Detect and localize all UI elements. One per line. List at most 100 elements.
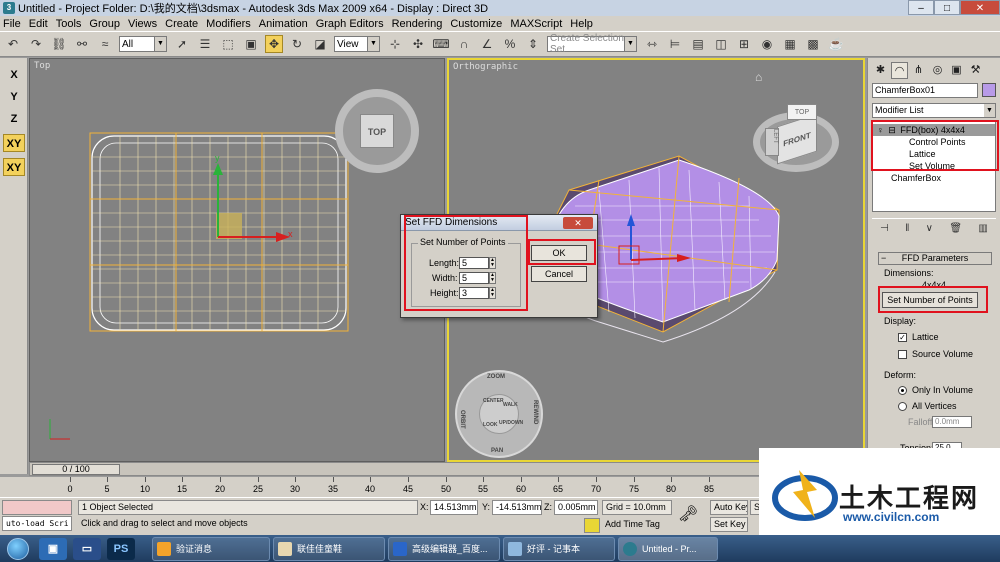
layer-manager-icon[interactable]: ▤ bbox=[689, 35, 707, 53]
link-icon[interactable]: ⛓ bbox=[50, 35, 68, 53]
maxscript-listener-top[interactable] bbox=[2, 500, 72, 515]
menu-tools[interactable]: Tools bbox=[56, 18, 82, 30]
angle-snap-icon[interactable]: ∠ bbox=[478, 35, 496, 53]
maximize-button[interactable]: □ bbox=[934, 0, 960, 15]
time-slider-thumb[interactable]: 0 / 100 bbox=[32, 464, 120, 475]
constraint-xy-cycle-button[interactable]: XY bbox=[3, 158, 25, 176]
wheel-walk[interactable]: WALK bbox=[503, 402, 518, 408]
select-and-move-icon[interactable]: ✥ bbox=[265, 35, 283, 53]
constraint-xy-button[interactable]: XY bbox=[3, 134, 25, 152]
select-and-scale-icon[interactable]: ◪ bbox=[311, 35, 329, 53]
task-notepad[interactable]: 好评 - 记事本 bbox=[503, 536, 615, 561]
configure-sets-icon[interactable]: ▥ bbox=[978, 223, 987, 234]
spinner-snap-icon[interactable]: ⇕ bbox=[524, 35, 542, 53]
desktop-quicklaunch-icon[interactable]: ▭ bbox=[73, 537, 101, 560]
menu-group[interactable]: Group bbox=[89, 18, 120, 30]
select-object-icon[interactable]: ➚ bbox=[173, 35, 191, 53]
maxscript-listener-input[interactable]: uto-load Scri bbox=[2, 516, 72, 531]
ffd-parameters-rollout[interactable]: − FFD Parameters bbox=[878, 252, 992, 265]
set-key-button[interactable]: Set Key bbox=[710, 517, 748, 532]
keyboard-shortcut-icon[interactable]: ⌨ bbox=[432, 35, 450, 53]
mirror-icon[interactable]: ⇿ bbox=[643, 35, 661, 53]
z-coord-input[interactable]: 0.005mm bbox=[554, 500, 598, 515]
selection-set-dropdown[interactable]: Create Selection Set ▼ bbox=[547, 33, 637, 55]
menu-create[interactable]: Create bbox=[165, 18, 198, 30]
constraint-y-button[interactable]: Y bbox=[3, 88, 25, 106]
x-coord-input[interactable]: 14.513mm bbox=[430, 500, 478, 515]
window-crossing-icon[interactable]: ▣ bbox=[242, 35, 260, 53]
bind-spacewarp-icon[interactable]: ≈ bbox=[96, 35, 114, 53]
menu-edit[interactable]: Edit bbox=[29, 18, 48, 30]
wheel-zoom[interactable]: ZOOM bbox=[487, 374, 505, 380]
display-tab-icon[interactable]: ▣ bbox=[948, 62, 965, 79]
align-icon[interactable]: ⊨ bbox=[666, 35, 684, 53]
material-editor-icon[interactable]: ◉ bbox=[758, 35, 776, 53]
menu-customize[interactable]: Customize bbox=[450, 18, 502, 30]
lattice-checkbox[interactable]: ✓ bbox=[898, 333, 907, 342]
object-color-swatch[interactable] bbox=[982, 83, 996, 97]
menu-graph-editors[interactable]: Graph Editors bbox=[316, 18, 384, 30]
quick-render-icon[interactable]: ☕ bbox=[827, 35, 845, 53]
start-button[interactable] bbox=[0, 536, 36, 562]
menu-help[interactable]: Help bbox=[570, 18, 593, 30]
selection-filter-dropdown[interactable]: All ▼ bbox=[119, 36, 167, 52]
3dsmax-app-icon[interactable]: 3 bbox=[3, 2, 15, 14]
all-vertices-radio[interactable] bbox=[898, 402, 907, 411]
manipulate-icon[interactable]: ✣ bbox=[409, 35, 427, 53]
wheel-pan[interactable]: PAN bbox=[491, 448, 503, 454]
percent-snap-icon[interactable]: % bbox=[501, 35, 519, 53]
curve-editor-icon[interactable]: ◫ bbox=[712, 35, 730, 53]
utilities-tab-icon[interactable]: ⚒ bbox=[967, 62, 984, 79]
task-verify-message[interactable]: 验证消息 bbox=[152, 536, 270, 561]
wheel-look[interactable]: LOOK bbox=[483, 422, 497, 428]
wheel-orbit[interactable]: ORBIT bbox=[459, 410, 465, 429]
viewcube-top-face[interactable]: TOP bbox=[360, 114, 394, 148]
undo-icon[interactable]: ↶ bbox=[4, 35, 22, 53]
motion-tab-icon[interactable]: ◎ bbox=[929, 62, 946, 79]
photoshop-quicklaunch-icon[interactable]: PS bbox=[107, 537, 135, 560]
task-3dsmax[interactable]: Untitled - Pr... bbox=[618, 536, 718, 561]
cancel-button[interactable]: Cancel bbox=[531, 266, 587, 282]
schematic-view-icon[interactable]: ⊞ bbox=[735, 35, 753, 53]
constraint-z-button[interactable]: Z bbox=[3, 110, 25, 128]
menu-rendering[interactable]: Rendering bbox=[392, 18, 443, 30]
wheel-rewind[interactable]: REWIND bbox=[532, 400, 538, 424]
show-end-result-icon[interactable]: ‖ bbox=[905, 223, 909, 234]
steering-wheel[interactable]: ZOOM ORBIT CENTER WALK REWIND LOOK UP/DO… bbox=[455, 370, 543, 458]
make-unique-icon[interactable]: ∨ bbox=[926, 223, 933, 234]
snaps-toggle-icon[interactable]: ∩ bbox=[455, 35, 473, 53]
wheel-center[interactable]: CENTER bbox=[483, 398, 504, 404]
task-baidu-editor[interactable]: 高级编辑器_百度... bbox=[388, 536, 500, 561]
close-button[interactable]: ✕ bbox=[960, 0, 1000, 15]
key-icon[interactable]: 🗝 bbox=[678, 504, 698, 524]
minimize-button[interactable]: – bbox=[908, 0, 934, 15]
add-time-tag[interactable]: Add Time Tag bbox=[602, 518, 672, 533]
viewcube-top-face[interactable]: TOP bbox=[787, 104, 817, 120]
timeline-ruler[interactable]: 0 5 10 15 20 25 30 35 40 45 50 55 60 65 … bbox=[0, 477, 760, 497]
select-by-name-icon[interactable]: ☰ bbox=[196, 35, 214, 53]
hierarchy-tab-icon[interactable]: ⋔ bbox=[910, 62, 927, 79]
rendered-frame-icon[interactable]: ▩ bbox=[804, 35, 822, 53]
dialog-close-button[interactable]: ✕ bbox=[563, 217, 593, 229]
menu-views[interactable]: Views bbox=[128, 18, 157, 30]
only-in-volume-radio[interactable] bbox=[898, 386, 907, 395]
explorer-quicklaunch-icon[interactable]: ▣ bbox=[39, 537, 67, 560]
modifier-list-dropdown[interactable]: Modifier List ▼ bbox=[872, 103, 996, 118]
pivot-center-icon[interactable]: ⊹ bbox=[386, 35, 404, 53]
select-and-rotate-icon[interactable]: ↻ bbox=[288, 35, 306, 53]
create-tab-icon[interactable]: ✱ bbox=[872, 62, 889, 79]
y-coord-input[interactable]: -14.513mm bbox=[492, 500, 542, 515]
reference-coord-dropdown[interactable]: View ▼ bbox=[334, 36, 380, 52]
menu-file[interactable]: File bbox=[3, 18, 21, 30]
stack-item-chamferbox[interactable]: ChamferBox bbox=[891, 172, 941, 184]
source-volume-checkbox[interactable] bbox=[898, 350, 907, 359]
render-setup-icon[interactable]: ▦ bbox=[781, 35, 799, 53]
time-slider[interactable]: 0 / 100 bbox=[29, 462, 865, 476]
menu-maxscript[interactable]: MAXScript bbox=[510, 18, 562, 30]
wheel-updown[interactable]: UP/DOWN bbox=[499, 420, 523, 426]
modify-tab-icon[interactable]: ◠ bbox=[891, 62, 908, 79]
redo-icon[interactable]: ↷ bbox=[27, 35, 45, 53]
task-chat[interactable]: 联佳佳童鞋 bbox=[273, 536, 385, 561]
falloff-spinner[interactable]: 0.0mm bbox=[932, 416, 972, 428]
menu-animation[interactable]: Animation bbox=[259, 18, 308, 30]
